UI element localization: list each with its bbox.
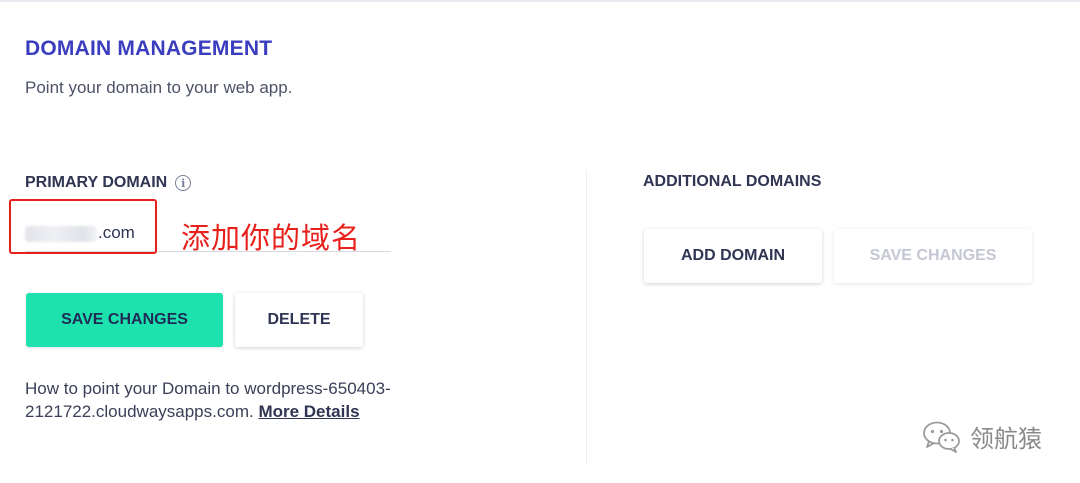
additional-save-changes-button[interactable]: SAVE CHANGES bbox=[834, 229, 1032, 283]
top-border bbox=[0, 0, 1080, 2]
column-divider bbox=[586, 170, 587, 465]
help-text: How to point your Domain to wordpress-65… bbox=[25, 377, 505, 423]
save-changes-button[interactable]: SAVE CHANGES bbox=[26, 293, 223, 347]
primary-domain-label-text: PRIMARY DOMAIN bbox=[25, 174, 168, 191]
primary-domain-label: PRIMARY DOMAIN i bbox=[25, 174, 192, 192]
annotation-highlight-box bbox=[9, 199, 157, 254]
more-details-link[interactable]: More Details bbox=[258, 402, 359, 421]
additional-domains-label: ADDITIONAL DOMAINS bbox=[643, 173, 822, 190]
watermark-text: 领航猿 bbox=[970, 425, 1042, 453]
page-subtitle: Point your domain to your web app. bbox=[25, 78, 293, 97]
page-title: DOMAIN MANAGEMENT bbox=[25, 37, 273, 60]
watermark: 领航猿 bbox=[922, 419, 1042, 454]
info-icon[interactable]: i bbox=[175, 175, 192, 191]
wechat-icon bbox=[923, 421, 960, 453]
add-domain-button[interactable]: ADD DOMAIN bbox=[644, 229, 822, 283]
annotation-text: 添加你的域名 bbox=[181, 221, 362, 255]
delete-button[interactable]: DELETE bbox=[235, 293, 363, 347]
